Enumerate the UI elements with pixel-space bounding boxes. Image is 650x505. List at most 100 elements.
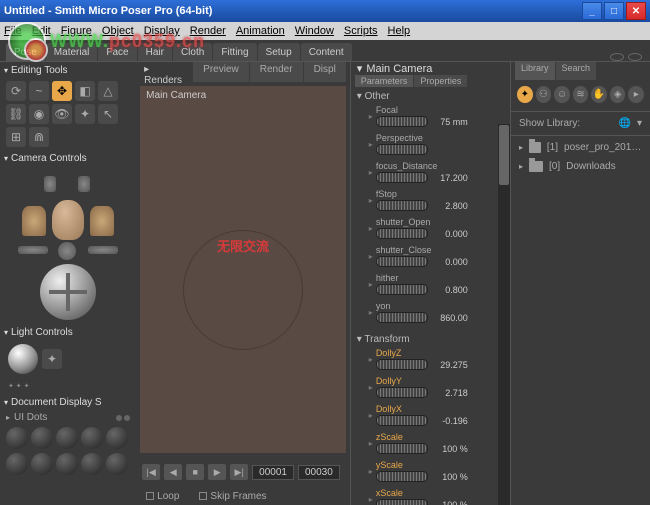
camera-hand-right-icon[interactable] [90,206,114,236]
timeline-prev-button[interactable]: ◀ [164,464,182,480]
param-expand-icon[interactable]: ▸ [369,355,373,364]
param-expand-icon[interactable]: ▸ [369,280,373,289]
earth-icon[interactable]: 🌐 [619,118,631,129]
param-expand-icon[interactable]: ▸ [369,252,373,261]
menu-scripts[interactable]: Scripts [344,25,378,37]
frame-current[interactable]: 00001 [252,465,294,480]
param-expand-icon[interactable]: ▸ [369,439,373,448]
timeline-play-button[interactable]: ▶ [208,464,226,480]
lib-hands-icon[interactable]: ✋ [591,86,607,103]
param-value[interactable]: 100 % [432,500,468,505]
param-dial[interactable] [376,284,428,295]
param-dial[interactable] [376,116,428,127]
minimize-button[interactable]: _ [582,2,602,20]
eye-icon[interactable] [628,53,642,61]
tool-view[interactable]: 👁 [52,104,72,124]
library-item[interactable]: ▸[1]poser_pro_2014engl [511,138,650,157]
param-value[interactable]: 860.00 [432,313,468,323]
param-expand-icon[interactable]: ▸ [369,196,373,205]
param-dial[interactable] [376,144,428,155]
param-dial[interactable] [376,443,428,454]
tool-color[interactable]: ◉ [29,104,49,124]
param-value[interactable]: 0.800 [432,285,468,295]
scroll-thumb[interactable] [499,125,509,185]
timeline-first-button[interactable]: |◀ [142,464,160,480]
rtab-display[interactable]: Displ [304,62,346,82]
display-style-sphere[interactable] [6,453,28,475]
lib-props-icon[interactable]: ◈ [610,86,626,103]
menu-help[interactable]: Help [388,25,411,37]
camera-arm-icon[interactable] [88,246,118,254]
camera-arm-icon[interactable] [18,246,48,254]
param-dial[interactable] [376,471,428,482]
tab-material[interactable]: Material [46,43,98,61]
menu-window[interactable]: Window [295,25,334,37]
close-button[interactable]: ✕ [626,2,646,20]
lib-figures-icon[interactable]: ✦ [517,86,533,103]
doc-display-header[interactable]: Document Display S [0,394,136,410]
param-value[interactable]: 2.800 [432,201,468,211]
light-trackball[interactable] [8,344,38,374]
library-item[interactable]: ▸[0]Downloads [511,157,650,176]
viewport[interactable]: Main Camera 无限交流 [140,86,346,453]
param-group-header[interactable]: ▾ Transform [357,332,504,347]
param-expand-icon[interactable]: ▸ [369,467,373,476]
tool-scale[interactable]: ◧ [75,81,95,101]
display-style-sphere[interactable] [31,453,53,475]
frame-end[interactable]: 00030 [298,465,340,480]
tab-pose[interactable]: Pose [6,43,45,61]
menu-display[interactable]: Display [144,25,180,37]
lib-poses-icon[interactable]: ⚇ [536,86,552,103]
tab-fitting[interactable]: Fitting [213,43,256,61]
param-value[interactable]: -0.196 [432,416,468,426]
camera-trackball[interactable] [40,264,96,320]
display-style-sphere[interactable] [106,453,128,475]
display-style-sphere[interactable] [81,453,103,475]
param-value[interactable]: 29.275 [432,360,468,370]
param-dial[interactable] [376,359,428,370]
ptab-properties[interactable]: Properties [414,75,467,87]
tab-hair[interactable]: Hair [138,43,172,61]
param-expand-icon[interactable]: ▸ [369,383,373,392]
lib-tab-library[interactable]: Library [515,62,555,80]
camera-center-icon[interactable] [58,242,76,260]
skip-frames-checkbox[interactable] [199,492,207,500]
renders-label[interactable]: Renders [144,75,182,86]
param-expand-icon[interactable]: ▸ [369,495,373,504]
tool-direct[interactable]: ↖ [98,104,118,124]
param-expand-icon[interactable]: ▸ [369,411,373,420]
display-style-sphere[interactable] [81,427,103,449]
display-style-sphere[interactable] [6,427,28,449]
camera-controls-header[interactable]: Camera Controls [0,150,136,166]
menu-object[interactable]: Object [102,25,134,37]
camera-part-icon[interactable] [44,176,56,192]
display-style-sphere[interactable] [56,427,78,449]
timeline-stop-button[interactable]: ■ [186,464,204,480]
tab-setup[interactable]: Setup [258,43,300,61]
param-value[interactable]: 2.718 [432,388,468,398]
camera-part-icon[interactable] [78,176,90,192]
param-dial[interactable] [376,200,428,211]
tool-translate[interactable]: ✥ [52,81,72,101]
menu-file[interactable]: File [4,25,22,37]
param-expand-icon[interactable]: ▸ [369,168,373,177]
param-dial[interactable] [376,312,428,323]
maximize-button[interactable]: □ [604,2,624,20]
lib-hair-icon[interactable]: ≋ [573,86,589,103]
timeline-last-button[interactable]: ▶| [230,464,248,480]
param-expand-icon[interactable]: ▸ [369,308,373,317]
params-scrollbar[interactable] [498,124,510,505]
rtab-preview[interactable]: Preview [193,62,249,82]
tool-twist[interactable]: ~ [29,81,49,101]
menu-render[interactable]: Render [190,25,226,37]
display-style-sphere[interactable] [106,427,128,449]
param-dial[interactable] [376,228,428,239]
param-dial[interactable] [376,387,428,398]
param-dial[interactable] [376,499,428,505]
tool-chain[interactable]: ⛓ [6,104,26,124]
lib-tab-search[interactable]: Search [556,62,597,80]
menu-animation[interactable]: Animation [236,25,285,37]
param-expand-icon[interactable]: ▸ [369,112,373,121]
params-title[interactable]: ▾ Main Camera [351,62,510,75]
param-expand-icon[interactable]: ▸ [369,140,373,149]
